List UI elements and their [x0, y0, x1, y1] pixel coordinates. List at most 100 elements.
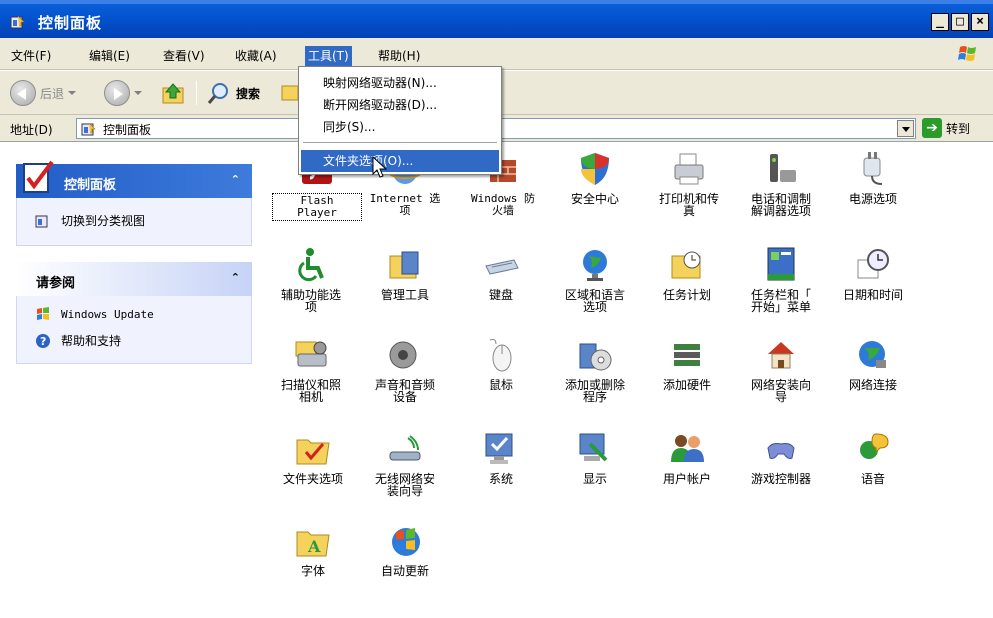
search-button[interactable]: 搜索 — [206, 79, 260, 107]
cp-item-label: 文件夹选项 — [282, 472, 343, 486]
help-and-support-link[interactable]: ? 帮助和支持 — [35, 332, 121, 349]
up-folder-button[interactable] — [160, 79, 186, 107]
cp-item-admin-tools[interactable]: 管理工具 — [360, 246, 450, 301]
menu-view[interactable]: 查看(V) — [160, 46, 208, 66]
cp-item-label: Windows 防 火墙 — [471, 192, 535, 217]
minimize-button[interactable]: _ — [931, 13, 949, 31]
scanner-icon — [295, 341, 327, 367]
go-button[interactable]: ➔ 转到 — [922, 118, 970, 138]
cp-item-label: Internet 选 项 — [369, 192, 441, 217]
cp-item-taskbar-start-menu[interactable]: 任务栏和「 开始」菜单 — [736, 246, 826, 313]
control-panel-panel-header[interactable]: 控制面板 ⌃ — [16, 160, 252, 198]
windows-update-icon — [37, 307, 49, 320]
control-panel-panel-body: 切换到分类视图 — [16, 198, 252, 246]
address-dropdown-button[interactable] — [897, 120, 914, 137]
cp-item-label: 语音 — [860, 472, 885, 486]
cp-item-label: 自动更新 — [380, 564, 429, 578]
phone-modem-icon — [770, 154, 796, 182]
control-panel-items: Flash Player Internet 选 项 Windows 防 火墙 安… — [262, 142, 993, 618]
cp-item-label: 声音和音频 设备 — [374, 378, 435, 404]
menu-edit[interactable]: 编辑(E) — [86, 46, 133, 66]
switch-to-category-view-link[interactable]: 切换到分类视图 — [35, 212, 145, 229]
menu-item-disconnect-network-drive[interactable]: 断开网络驱动器(D)... — [301, 94, 499, 116]
menu-item-synchronize[interactable]: 同步(S)... — [301, 116, 499, 138]
menu-favorites[interactable]: 收藏(A) — [232, 46, 280, 66]
cp-item-network-setup-wizard[interactable]: 网络安装向 导 — [736, 336, 826, 403]
globe-icon — [583, 250, 607, 281]
cp-item-scanners-cameras[interactable]: 扫描仪和照 相机 — [266, 336, 356, 403]
collapse-chevron-icon[interactable]: ⌃ — [231, 173, 240, 186]
cp-item-label: 辅助功能选 项 — [280, 288, 341, 314]
cp-item-label: 安全中心 — [570, 192, 619, 206]
folders-button[interactable] — [280, 79, 298, 107]
forward-button[interactable] — [104, 79, 142, 107]
close-button[interactable]: × — [971, 13, 989, 31]
cp-item-label: 添加硬件 — [662, 378, 711, 392]
cp-item-folder-options[interactable]: 文件夹选项 — [268, 430, 358, 485]
menu-help[interactable]: 帮助(H) — [375, 46, 423, 66]
cp-item-add-remove-programs[interactable]: 添加或删除 程序 — [550, 336, 640, 403]
wireless-icon — [389, 435, 421, 461]
search-label: 搜索 — [236, 86, 261, 101]
cp-item-label: 网络连接 — [848, 378, 897, 392]
cp-item-label: 游戏控制器 — [750, 472, 811, 486]
see-also-panel-header[interactable]: 请参阅 ⌃ — [16, 262, 252, 296]
control-panel-panel-title: 控制面板 — [64, 178, 117, 193]
collapse-chevron-icon[interactable]: ⌃ — [231, 271, 240, 284]
cp-item-power-options[interactable]: 电源选项 — [828, 150, 918, 205]
cp-item-display[interactable]: 显示 — [550, 430, 640, 485]
cp-item-system[interactable]: 系统 — [456, 430, 546, 485]
menu-file[interactable]: 文件(F) — [8, 46, 54, 66]
window-title: 控制面板 — [38, 14, 103, 32]
mouse-cursor-icon — [372, 156, 388, 178]
cp-item-automatic-updates[interactable]: 自动更新 — [360, 522, 450, 577]
cp-item-fonts[interactable]: A 字体 — [268, 522, 358, 577]
cp-item-game-controllers[interactable]: 游戏控制器 — [736, 430, 826, 485]
cp-item-label: 电话和调制 解调器选项 — [750, 192, 811, 218]
fonts-icon: A — [296, 531, 330, 557]
windows-update-link[interactable]: Windows Update — [35, 306, 154, 322]
hardware-icon — [674, 344, 700, 366]
security-center-icon — [581, 153, 609, 185]
maximize-button[interactable]: □ — [951, 13, 969, 31]
menu-tools[interactable]: 工具(T) — [305, 46, 352, 66]
cp-item-label: 键盘 — [488, 288, 513, 302]
system-icon — [485, 433, 513, 464]
forward-arrow-icon — [104, 80, 130, 106]
windows-update-icon — [392, 528, 420, 556]
cp-item-mouse[interactable]: 鼠标 — [456, 336, 546, 391]
cp-item-label: 任务栏和「 开始」菜单 — [750, 288, 811, 314]
address-label: 地址(D) — [10, 123, 53, 137]
back-label: 后退 — [40, 86, 65, 101]
cp-item-accessibility[interactable]: 辅助功能选 项 — [266, 246, 356, 313]
cp-item-network-connections[interactable]: 网络连接 — [828, 336, 918, 391]
cp-item-label: 日期和时间 — [842, 288, 903, 302]
go-arrow-icon: ➔ — [922, 118, 942, 138]
cp-item-add-hardware[interactable]: 添加硬件 — [642, 336, 732, 391]
network-wizard-icon — [768, 342, 794, 369]
forward-dropdown-icon[interactable] — [134, 91, 142, 95]
back-button[interactable]: 后退 — [10, 79, 77, 107]
category-view-icon — [35, 215, 48, 227]
speech-icon — [860, 433, 889, 459]
cp-item-keyboard[interactable]: 键盘 — [456, 246, 546, 301]
cp-item-label: 用户帐户 — [662, 472, 711, 486]
cp-item-speech[interactable]: 语音 — [828, 430, 918, 485]
back-dropdown-icon[interactable] — [68, 91, 77, 95]
menu-item-folder-options[interactable]: 文件夹选项(O)... — [301, 150, 499, 172]
cp-item-wireless-setup-wizard[interactable]: 无线网络安 装向导 — [360, 430, 450, 497]
taskbar-icon — [767, 247, 795, 281]
see-also-panel-body: Windows Update ? 帮助和支持 — [16, 296, 252, 364]
cp-item-phone-modem[interactable]: 电话和调制 解调器选项 — [736, 150, 826, 217]
cp-item-label: 管理工具 — [380, 288, 429, 302]
search-icon — [207, 83, 228, 104]
cp-item-sounds-audio[interactable]: 声音和音频 设备 — [360, 336, 450, 403]
cp-item-regional-language[interactable]: 区域和语言 选项 — [550, 246, 640, 313]
cp-item-scheduled-tasks[interactable]: 任务计划 — [642, 246, 732, 301]
cp-item-printers-faxes[interactable]: 打印机和传 真 — [644, 150, 734, 217]
gamepad-icon — [767, 443, 795, 459]
cp-item-security-center[interactable]: 安全中心 — [550, 150, 640, 205]
cp-item-user-accounts[interactable]: 用户帐户 — [642, 430, 732, 485]
cp-item-date-time[interactable]: 日期和时间 — [828, 246, 918, 301]
menu-item-map-network-drive[interactable]: 映射网络驱动器(N)... — [301, 72, 499, 94]
